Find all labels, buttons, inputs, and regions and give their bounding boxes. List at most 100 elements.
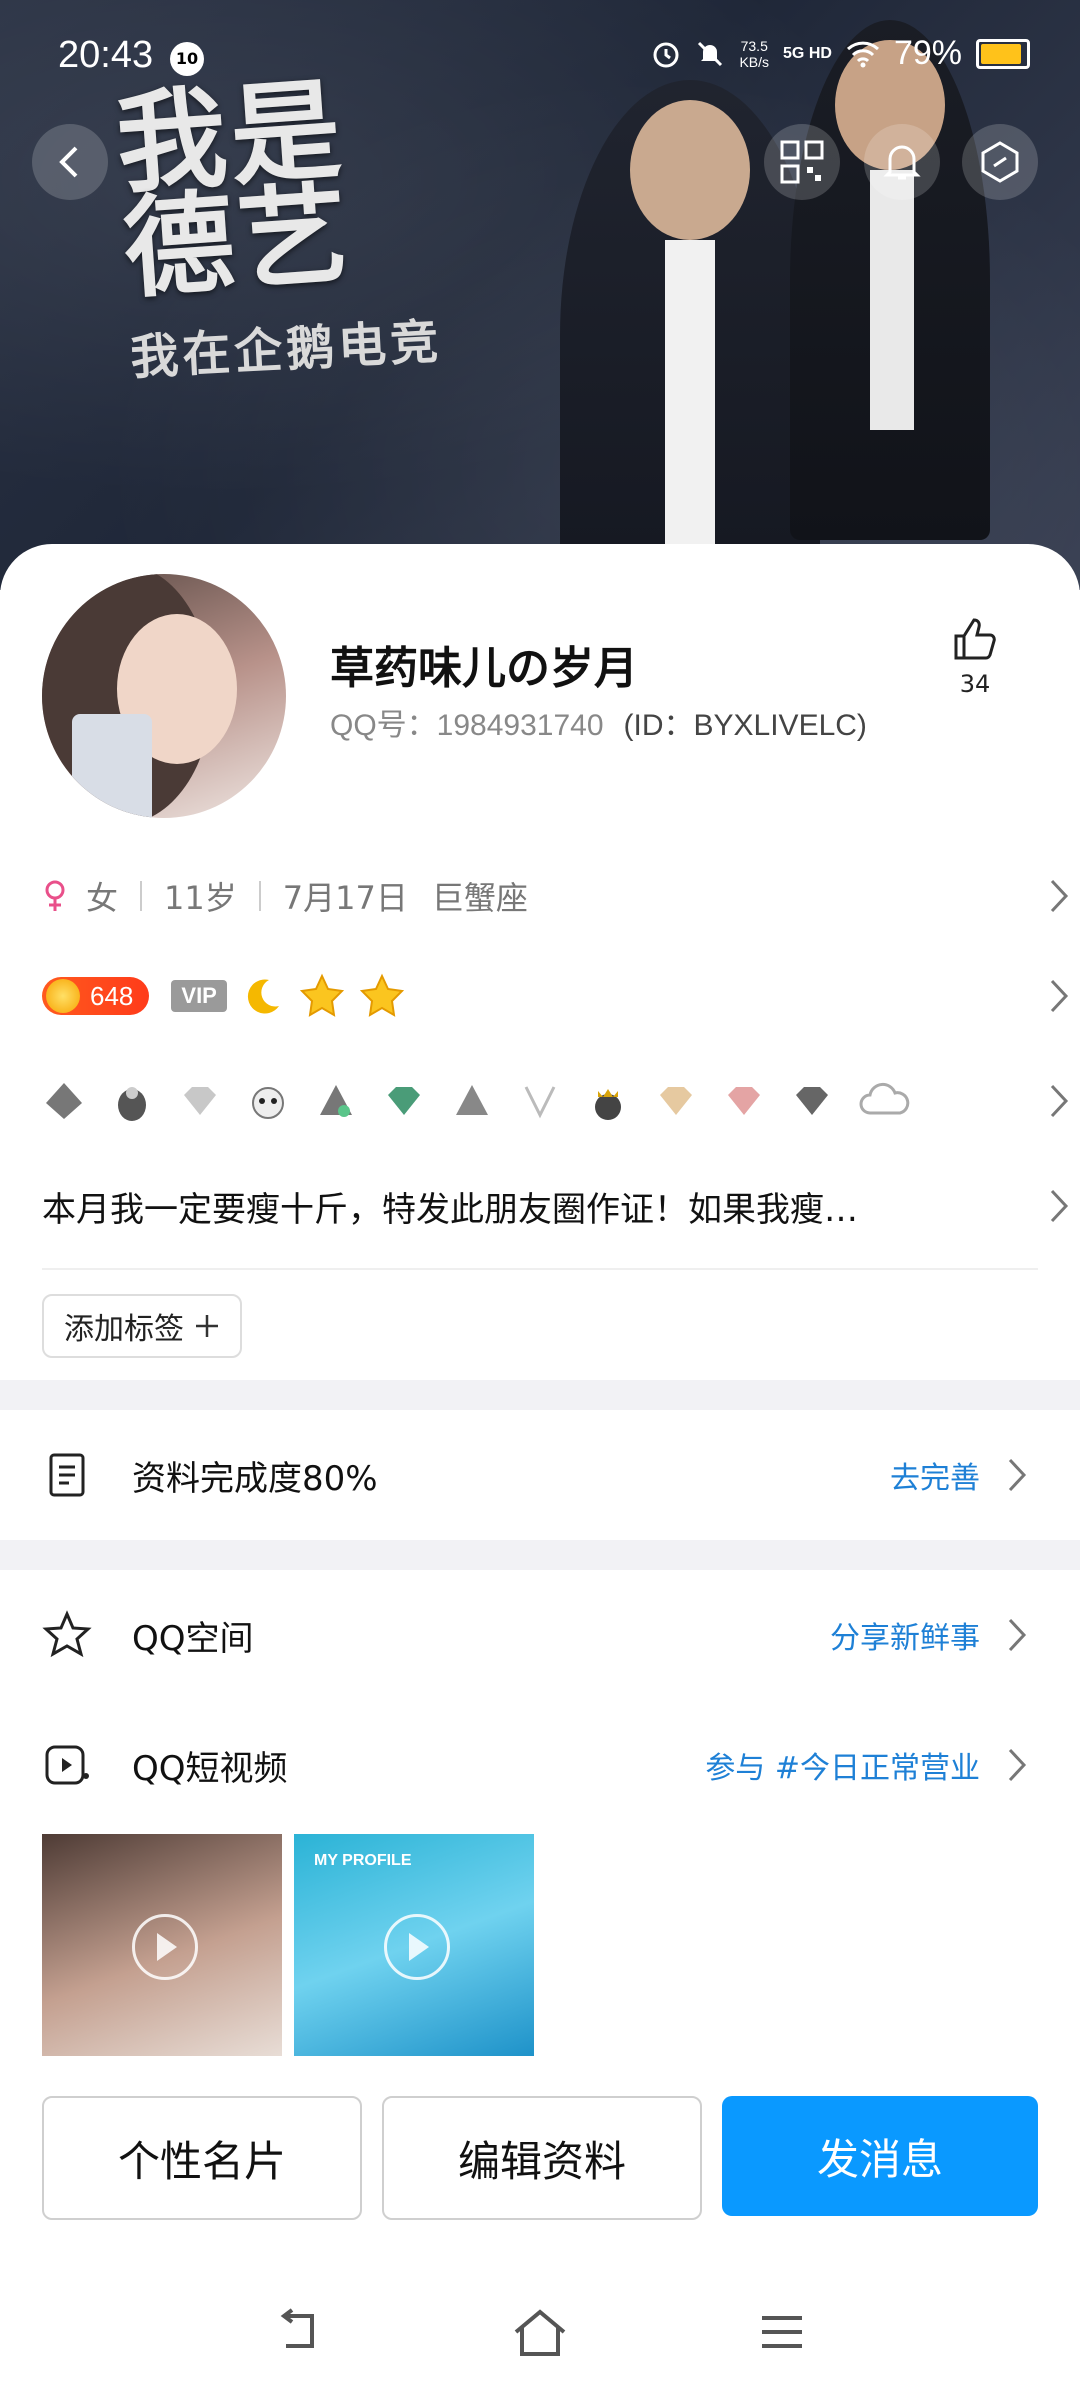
status-time: 20:43 <box>58 34 154 76</box>
green-diamond-icon <box>388 1087 420 1115</box>
add-tag-button[interactable]: 添加标签 <box>42 1294 242 1358</box>
basic-info-row[interactable]: 女 11岁 7月17日 巨蟹座 <box>0 866 1080 926</box>
hexagon-icon <box>981 141 1019 183</box>
star-icon <box>299 973 344 1017</box>
birthday: 7月17日 <box>282 879 408 917</box>
chevron-right-icon <box>1008 1618 1027 1652</box>
moon-icon <box>247 979 279 1014</box>
diamond-icon <box>184 1087 216 1115</box>
alarm-icon <box>653 42 679 67</box>
gray-penguin-icon <box>456 1085 488 1115</box>
video-thumbnail[interactable]: MY PROFILE <box>294 1834 534 2056</box>
like-button[interactable]: 34 <box>940 614 1010 698</box>
chevron-right-icon <box>1050 1084 1069 1118</box>
thumbs-up-icon <box>954 618 996 660</box>
menu-nav-icon[interactable] <box>752 2302 812 2362</box>
document-icon <box>49 1453 85 1497</box>
green-penguin-icon <box>320 1085 352 1117</box>
level-value: 648 <box>90 981 134 1011</box>
dark-diamond-icon <box>796 1087 828 1115</box>
play-icon <box>384 1914 450 1980</box>
divider <box>42 1268 1038 1270</box>
signal-icon: 5G HD <box>783 44 832 62</box>
battery-percent: 79% <box>893 34 962 72</box>
qr-code-icon <box>780 140 824 184</box>
video-icon <box>45 1745 89 1785</box>
signature-row[interactable]: 本月我一定要瘦十斤，特发此朋友圈作证！如果我瘦… <box>0 1174 1080 1238</box>
profile-completeness-row[interactable]: 资料完成度80% 去完善 <box>0 1420 1080 1530</box>
network-speed-unit: KB/s <box>739 53 770 70</box>
share-news-link[interactable]: 分享新鲜事 <box>830 1613 980 1657</box>
like-count: 34 <box>959 670 991 698</box>
section-divider <box>0 1380 1080 1410</box>
qq-number-value: QQ号：1984931740 <box>330 709 604 742</box>
gold-diamond-icon <box>660 1087 692 1115</box>
signature-text: 本月我一定要瘦十斤，特发此朋友圈作证！如果我瘦… <box>42 1189 858 1230</box>
mute-bell-icon <box>698 41 723 66</box>
join-topic-link[interactable]: 参与 #今日正常营业 <box>705 1743 980 1787</box>
qq-short-video-row[interactable]: QQ短视频 参与 #今日正常营业 <box>0 1710 1080 1820</box>
network-speed-value: 73.5 <box>740 37 768 54</box>
thumbnail-caption: MY PROFILE <box>314 1852 412 1869</box>
short-video-label: QQ短视频 <box>132 1748 288 1789</box>
qq-zone-row[interactable]: QQ空间 分享新鲜事 <box>0 1580 1080 1690</box>
zodiac: 巨蟹座 <box>431 879 528 917</box>
chevron-left-icon <box>59 146 78 178</box>
profile-card-button[interactable]: 个性名片 <box>42 2096 362 2220</box>
chevron-right-icon <box>1008 1458 1027 1492</box>
battery-icon <box>976 38 1030 69</box>
section-divider <box>0 1540 1080 1570</box>
level-badge-row[interactable]: 648 VIP <box>0 966 1080 1026</box>
gender: 女 <box>86 879 119 917</box>
action-bar: 个性名片 编辑资料 发消息 <box>42 2096 1038 2220</box>
bell-icon <box>883 145 921 180</box>
complete-profile-link[interactable]: 去完善 <box>890 1453 980 1497</box>
add-tag-label: 添加标签 <box>64 1312 184 1347</box>
female-icon <box>45 880 65 911</box>
network-speed: 73.5 KB/s <box>739 38 769 70</box>
star-icon <box>359 973 404 1017</box>
plus-icon <box>196 1315 218 1337</box>
level-badge: 648 <box>42 977 150 1015</box>
edit-profile-button[interactable]: 编辑资料 <box>382 2096 702 2220</box>
alt-id: (ID：BYXLIVELC) <box>623 709 867 742</box>
more-button[interactable] <box>962 124 1038 200</box>
video-thumbnails: MY PROFILE <box>42 1834 534 2056</box>
notification-button[interactable] <box>864 124 940 200</box>
notification-badge: 10 <box>170 42 204 76</box>
king-penguin-icon <box>595 1089 621 1120</box>
pink-diamond-icon <box>728 1087 760 1115</box>
wifi-icon <box>846 41 879 67</box>
back-button[interactable] <box>32 124 108 200</box>
home-nav-icon[interactable] <box>510 2302 570 2362</box>
chevron-right-icon <box>1050 979 1069 1013</box>
bomb-penguin-icon <box>252 1087 284 1119</box>
qr-code-button[interactable] <box>764 124 840 200</box>
tuxedo-icon <box>524 1086 556 1119</box>
back-nav-icon[interactable] <box>268 2302 328 2362</box>
play-icon <box>132 1914 198 1980</box>
video-thumbnail[interactable] <box>42 1834 282 2056</box>
profile-card: 草药味儿の岁月 QQ号：1984931740 (ID：BYXLIVELC) 34 … <box>0 544 1080 2388</box>
sun-icon <box>46 979 80 1013</box>
separator <box>258 881 261 911</box>
gray-penguin-crown-icon <box>46 1083 82 1119</box>
chevron-right-icon <box>1008 1748 1027 1782</box>
status-bar: 20:43 10 73.5 KB/s 5G HD 79% <box>0 0 1080 115</box>
send-message-button[interactable]: 发消息 <box>722 2096 1038 2216</box>
qq-zone-label: QQ空间 <box>132 1618 254 1659</box>
completeness-label: 资料完成度80% <box>132 1458 378 1499</box>
star-outline-icon <box>42 1610 92 1658</box>
nickname: 草药味儿の岁月 <box>330 643 638 694</box>
separator <box>140 881 143 911</box>
penguin-icon <box>118 1087 146 1121</box>
age: 11岁 <box>164 879 237 917</box>
avatar[interactable] <box>42 574 286 818</box>
qq-number: QQ号：1984931740 (ID：BYXLIVELC) <box>330 700 867 744</box>
decoration-icon-row[interactable] <box>0 1066 1080 1136</box>
cloud-icon <box>859 1082 910 1115</box>
system-nav-bar <box>0 2282 1080 2382</box>
chevron-right-icon <box>1050 1189 1069 1223</box>
chevron-right-icon <box>1050 879 1069 913</box>
vip-badge: VIP <box>171 980 227 1012</box>
